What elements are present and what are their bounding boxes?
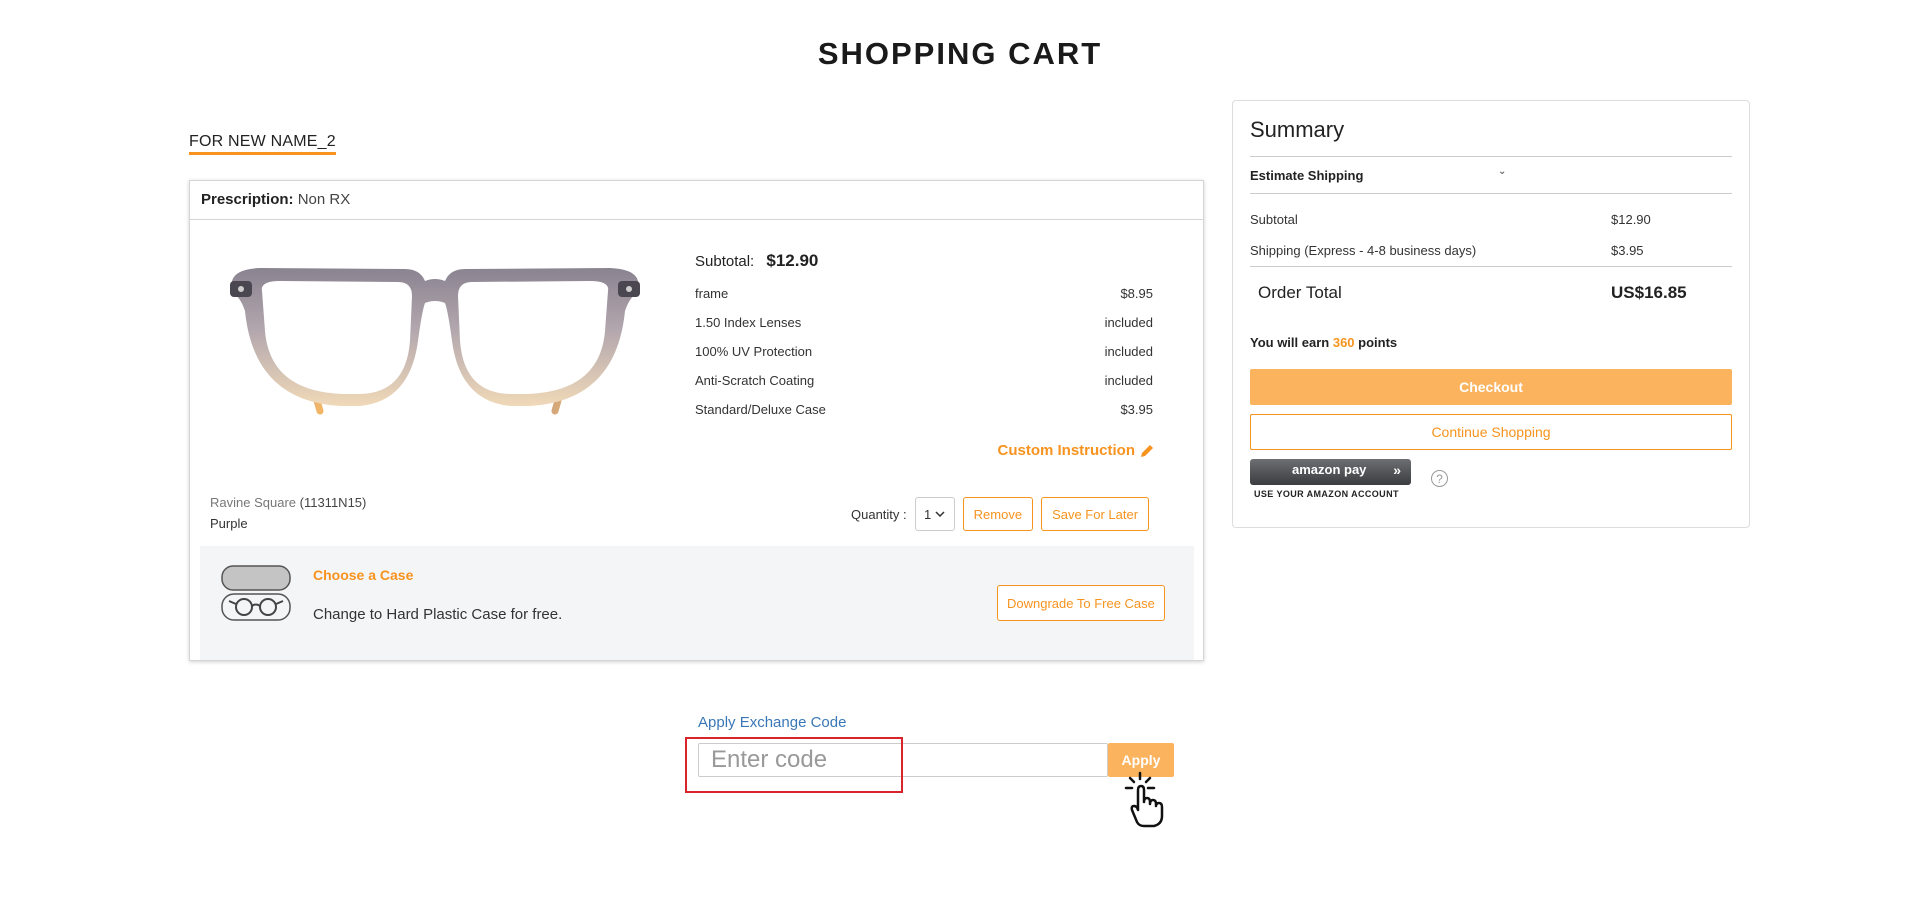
summary-subtotal-row: Subtotal $12.90 bbox=[1250, 204, 1732, 235]
amazon-pay-row: amazon pay » USE YOUR AMAZON ACCOUNT ? bbox=[1250, 459, 1732, 499]
chevron-down-icon[interactable]: ⌄ bbox=[1498, 166, 1506, 177]
line-item-value: included bbox=[1104, 344, 1153, 359]
save-for-later-button[interactable]: Save For Later bbox=[1041, 497, 1150, 531]
product-sku: (11311N15) bbox=[299, 495, 367, 510]
amazon-pay-logo[interactable]: amazon pay bbox=[1292, 462, 1366, 477]
choose-case-link[interactable]: Choose a Case bbox=[313, 567, 413, 583]
line-item: Standard/Deluxe Case $3.95 bbox=[695, 395, 1153, 424]
downgrade-case-button[interactable]: Downgrade To Free Case bbox=[997, 585, 1165, 621]
item-subtotal-value: $12.90 bbox=[766, 251, 819, 270]
line-item: 100% UV Protection included bbox=[695, 337, 1153, 366]
line-item-value: $3.95 bbox=[1120, 402, 1153, 417]
order-total-label: Order Total bbox=[1258, 282, 1342, 302]
summary-shipping-row: Shipping (Express - 4-8 business days) $… bbox=[1250, 235, 1732, 266]
line-item: Anti-Scratch Coating included bbox=[695, 366, 1153, 395]
line-item: frame $8.95 bbox=[695, 279, 1153, 308]
summary-shipping-label: Shipping (Express - 4-8 business days) bbox=[1250, 243, 1477, 258]
summary-shipping-value: $3.95 bbox=[1611, 243, 1644, 258]
amazon-pay-caption: USE YOUR AMAZON ACCOUNT bbox=[1254, 489, 1399, 499]
case-description: Change to Hard Plastic Case for free. bbox=[313, 606, 563, 623]
order-total-row: Order Total US$16.85 bbox=[1250, 267, 1732, 318]
remove-button[interactable]: Remove bbox=[962, 497, 1034, 531]
line-item-label: Anti-Scratch Coating bbox=[695, 373, 815, 388]
help-icon[interactable]: ? bbox=[1431, 470, 1448, 487]
hand-cursor-icon bbox=[1124, 771, 1164, 828]
apply-exchange-code-label[interactable]: Apply Exchange Code bbox=[698, 714, 846, 731]
cart-item-card: Prescription: Non RX Ravine Square (1131… bbox=[189, 180, 1204, 661]
points-prefix: You will earn bbox=[1250, 335, 1330, 350]
prescription-label: Prescription: bbox=[201, 191, 294, 208]
pencil-icon[interactable] bbox=[1139, 443, 1155, 459]
custom-instruction-link[interactable]: Custom Instruction bbox=[998, 442, 1156, 459]
summary-subtotal-value: $12.90 bbox=[1611, 212, 1651, 227]
line-item: 1.50 Index Lenses included bbox=[695, 308, 1153, 337]
prescription-bar: Prescription: Non RX bbox=[190, 181, 1203, 220]
quantity-select[interactable]: 1 bbox=[914, 497, 955, 531]
line-item-label: frame bbox=[695, 286, 729, 301]
case-panel: Choose a Case Change to Hard Plastic Cas… bbox=[200, 546, 1194, 660]
product-name[interactable]: Ravine Square (11311N15) bbox=[210, 495, 366, 510]
prescription-value: Non RX bbox=[297, 191, 351, 208]
eyeglasses-image[interactable] bbox=[220, 251, 650, 431]
item-subtotal-label: Subtotal: bbox=[695, 253, 755, 270]
line-item-value: included bbox=[1104, 373, 1153, 388]
points-earned: You will earn 360 points bbox=[1250, 335, 1732, 359]
amazon-pay-widget[interactable]: amazon pay » USE YOUR AMAZON ACCOUNT bbox=[1250, 459, 1411, 499]
recipient-name: FOR NEW NAME_2 bbox=[189, 133, 336, 155]
chevron-down-icon[interactable] bbox=[935, 511, 945, 517]
page-title: SHOPPING CART bbox=[817, 36, 1103, 71]
highlight-box bbox=[685, 737, 903, 793]
divider bbox=[1250, 193, 1732, 194]
item-subtotal: Subtotal: $12.90 bbox=[695, 251, 1153, 271]
price-breakdown: Subtotal: $12.90 frame $8.95 1.50 Index … bbox=[695, 251, 1153, 424]
line-item-value: included bbox=[1104, 315, 1153, 330]
quantity-label: Quantity : bbox=[851, 506, 907, 522]
custom-instruction-label[interactable]: Custom Instruction bbox=[998, 442, 1136, 459]
glasses-case-icon bbox=[221, 565, 291, 621]
amazon-pay-button[interactable]: amazon pay » bbox=[1250, 459, 1411, 485]
continue-shopping-button[interactable]: Continue Shopping bbox=[1250, 414, 1732, 450]
product-name-text[interactable]: Ravine Square bbox=[210, 495, 296, 510]
line-item-label: Standard/Deluxe Case bbox=[695, 402, 826, 417]
order-total-value: US$16.85 bbox=[1611, 282, 1687, 302]
points-suffix: points bbox=[1358, 335, 1398, 350]
line-item-label: 1.50 Index Lenses bbox=[695, 315, 802, 330]
summary-subtotal-label: Subtotal bbox=[1250, 212, 1298, 227]
checkout-button[interactable]: Checkout bbox=[1250, 369, 1732, 405]
double-chevron-right-icon[interactable]: » bbox=[1393, 462, 1401, 478]
quantity-value[interactable]: 1 bbox=[924, 507, 931, 522]
summary-title: Summary bbox=[1250, 117, 1345, 142]
estimate-shipping-label[interactable]: Estimate Shipping bbox=[1250, 168, 1363, 183]
line-item-label: 100% UV Protection bbox=[695, 344, 813, 359]
product-color: Purple bbox=[210, 516, 248, 531]
line-item-value: $8.95 bbox=[1120, 286, 1153, 301]
estimate-shipping-toggle[interactable]: Estimate Shipping ⌄ bbox=[1250, 157, 1732, 193]
points-value: 360 bbox=[1332, 335, 1355, 350]
order-summary: Summary Estimate Shipping ⌄ Subtotal $12… bbox=[1232, 100, 1750, 528]
quantity-controls: Quantity : 1 Remove Save For Later bbox=[851, 497, 1150, 531]
